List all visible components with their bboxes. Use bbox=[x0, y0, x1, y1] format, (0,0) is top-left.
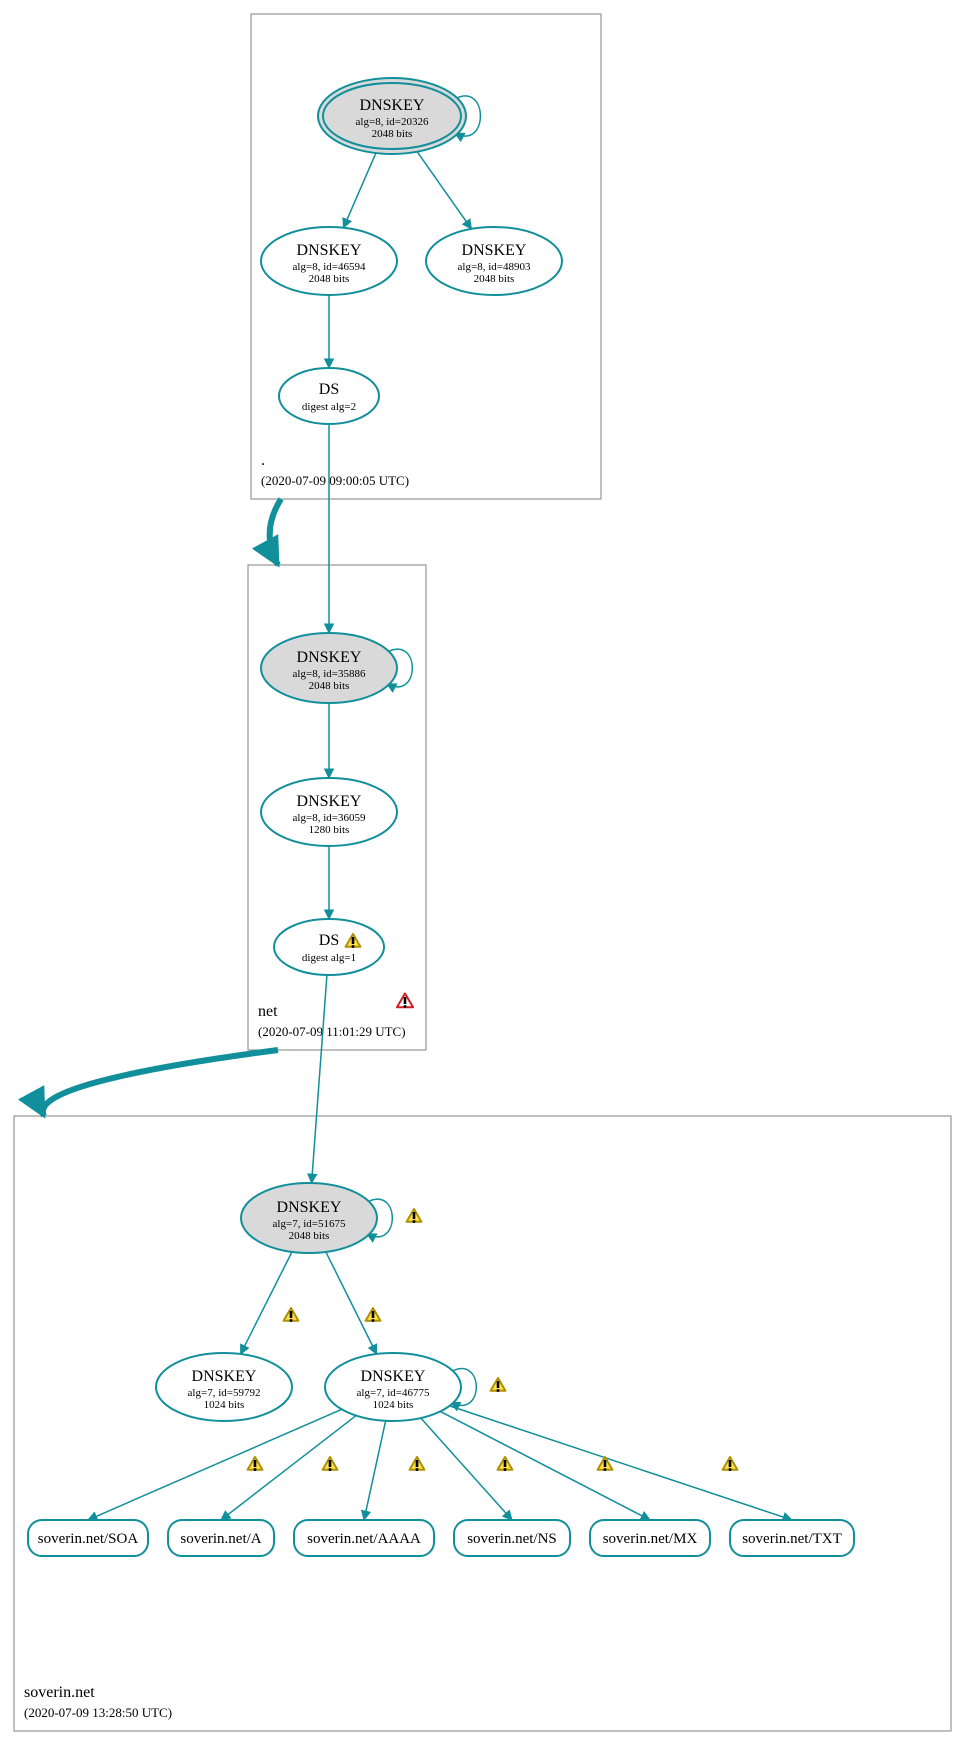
node-title: DNSKEY bbox=[192, 1368, 257, 1385]
node-sub2: 2048 bits bbox=[474, 273, 515, 285]
edge-rr bbox=[88, 1409, 342, 1520]
zone-arrow bbox=[43, 1050, 278, 1116]
zone-time-soverin: (2020-07-09 13:28:50 UTC) bbox=[24, 1705, 172, 1720]
node-net_zsk: DNSKEY alg=8, id=360591280 bits bbox=[261, 778, 397, 846]
rrset-label: soverin.net/SOA bbox=[38, 1531, 139, 1547]
zone-arrow bbox=[270, 499, 281, 565]
node-sub2: 1024 bits bbox=[204, 1399, 245, 1411]
node-title: DS bbox=[319, 381, 339, 398]
rrset-rr_txt: soverin.net/TXT bbox=[730, 1520, 854, 1556]
zone-label-root: . bbox=[261, 452, 265, 469]
warning-icon bbox=[323, 1457, 338, 1471]
warning-icon bbox=[366, 1308, 381, 1322]
node-sub2: 2048 bits bbox=[309, 680, 350, 692]
edge-rr bbox=[440, 1411, 650, 1520]
node-sov_zsk2: DNSKEY alg=7, id=467751024 bits bbox=[325, 1353, 461, 1421]
node-sov_ksk: DNSKEY alg=7, id=516752048 bits bbox=[241, 1183, 377, 1253]
node-sub1: alg=8, id=20326 bbox=[356, 116, 429, 128]
zone-label-net: net bbox=[258, 1003, 278, 1020]
rrset-rr_ns: soverin.net/NS bbox=[454, 1520, 570, 1556]
node-title: DNSKEY bbox=[297, 242, 362, 259]
warning-icon bbox=[498, 1457, 513, 1471]
node-sub1: alg=8, id=35886 bbox=[293, 668, 366, 680]
node-sub1: digest alg=1 bbox=[302, 952, 356, 964]
node-sub1: alg=8, id=48903 bbox=[458, 261, 531, 273]
node-title: DS bbox=[319, 932, 339, 949]
edge bbox=[417, 152, 471, 229]
node-sub2: 2048 bits bbox=[289, 1230, 330, 1242]
node-net_ds: DS digest alg=1 bbox=[274, 919, 384, 975]
rrset-label: soverin.net/NS bbox=[467, 1531, 557, 1547]
node-root_ksk: DNSKEY alg=8, id=203262048 bits bbox=[318, 78, 466, 154]
node-sub2: 2048 bits bbox=[372, 128, 413, 140]
edge bbox=[241, 1252, 292, 1354]
rrset-label: soverin.net/AAAA bbox=[307, 1531, 421, 1547]
rrset-rr_a: soverin.net/A bbox=[168, 1520, 274, 1556]
zone-label-soverin: soverin.net bbox=[24, 1684, 95, 1701]
node-sub1: alg=8, id=36059 bbox=[293, 812, 366, 824]
node-title: DNSKEY bbox=[297, 793, 362, 810]
node-title: DNSKEY bbox=[297, 649, 362, 666]
warning-icon bbox=[491, 1378, 506, 1392]
node-sub1: digest alg=2 bbox=[302, 401, 356, 413]
warning-icon bbox=[284, 1308, 299, 1322]
warning-icon bbox=[248, 1457, 263, 1471]
rrset-rr_mx: soverin.net/MX bbox=[590, 1520, 710, 1556]
node-title: DNSKEY bbox=[462, 242, 527, 259]
edge-rr bbox=[364, 1421, 386, 1520]
warning-icon bbox=[410, 1457, 425, 1471]
zone-box-soverin bbox=[14, 1116, 951, 1731]
node-sub1: alg=7, id=59792 bbox=[188, 1387, 261, 1399]
node-root_ds: DS digest alg=2 bbox=[279, 368, 379, 424]
node-sub1: alg=7, id=46775 bbox=[357, 1387, 430, 1399]
rrset-label: soverin.net/MX bbox=[603, 1531, 698, 1547]
zone-time-root: (2020-07-09 09:00:05 UTC) bbox=[261, 473, 409, 488]
warning-icon bbox=[407, 1209, 422, 1223]
edge bbox=[326, 1252, 377, 1354]
rrset-label: soverin.net/A bbox=[180, 1531, 261, 1547]
edge bbox=[343, 153, 375, 228]
warning-icon bbox=[723, 1457, 738, 1471]
node-sub2: 2048 bits bbox=[309, 273, 350, 285]
rrset-rr_soa: soverin.net/SOA bbox=[28, 1520, 148, 1556]
node-sub2: 1280 bits bbox=[309, 824, 350, 836]
node-title: DNSKEY bbox=[360, 97, 425, 114]
node-title: DNSKEY bbox=[361, 1368, 426, 1385]
node-sov_zsk1: DNSKEY alg=7, id=597921024 bits bbox=[156, 1353, 292, 1421]
edge bbox=[312, 975, 327, 1183]
error-icon bbox=[397, 993, 413, 1007]
node-net_ksk: DNSKEY alg=8, id=358862048 bits bbox=[261, 633, 397, 703]
node-sub1: alg=8, id=46594 bbox=[293, 261, 366, 273]
zone-time-net: (2020-07-09 11:01:29 UTC) bbox=[258, 1024, 406, 1039]
node-root_zsk1: DNSKEY alg=8, id=465942048 bits bbox=[261, 227, 397, 295]
node-title: DNSKEY bbox=[277, 1199, 342, 1216]
rrset-label: soverin.net/TXT bbox=[742, 1531, 842, 1547]
rrset-rr_aaaa: soverin.net/AAAA bbox=[294, 1520, 434, 1556]
node-sub2: 1024 bits bbox=[373, 1399, 414, 1411]
node-root_zsk2: DNSKEY alg=8, id=489032048 bits bbox=[426, 227, 562, 295]
node-sub1: alg=7, id=51675 bbox=[273, 1218, 346, 1230]
